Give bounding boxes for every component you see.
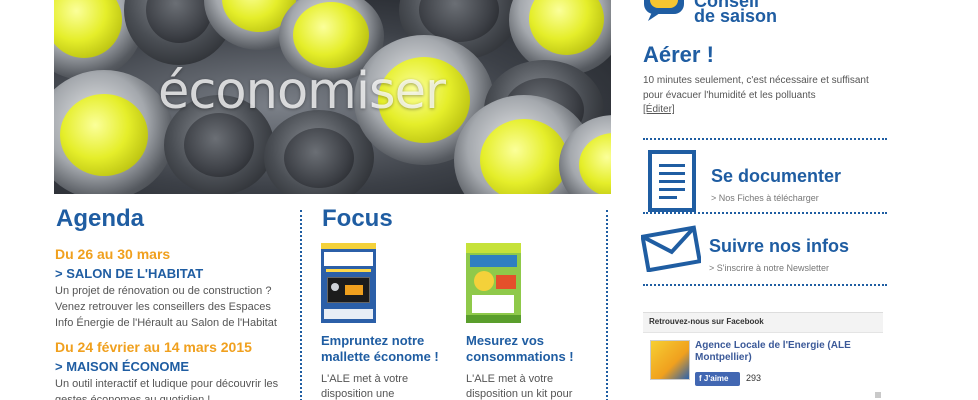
event-description: Un outil interactif et ludique pour déco… <box>55 378 279 400</box>
focus-card-title[interactable]: Empruntez notre mallette économe ! <box>321 333 453 365</box>
focus-card-title[interactable]: Mesurez vos consommations ! <box>466 333 598 365</box>
event-link[interactable]: > MAISON ÉCONOME <box>55 359 287 374</box>
event-date: Du 26 au 30 mars <box>55 246 171 262</box>
section-divider <box>643 138 887 140</box>
tip-title: Aérer ! <box>643 42 714 67</box>
column-divider <box>300 210 302 400</box>
agenda-list: Du 26 au 30 mars > SALON DE L'HABITAT Un… <box>55 246 287 400</box>
documentation-link[interactable]: Se documenter <box>711 166 841 187</box>
season-heading: de saison <box>694 6 778 26</box>
focus-card-text: L'ALE met à votre disposition une mallet… <box>321 373 409 400</box>
edit-link[interactable]: [Éditer] <box>643 104 675 115</box>
agenda-event: Du 26 au 30 mars > SALON DE L'HABITAT Un… <box>55 246 287 331</box>
hero-caption: économiser <box>158 62 446 121</box>
envelope-icon[interactable] <box>641 224 701 272</box>
like-button[interactable]: f J'aime <box>695 372 740 386</box>
facebook-page-name[interactable]: Agence Locale de l'Energie (ALE Montpell… <box>695 340 875 364</box>
scrollbar[interactable] <box>875 392 881 398</box>
mallette-poster-image[interactable] <box>321 243 376 323</box>
focus-title: Focus <box>322 205 393 232</box>
hero-banner[interactable]: économiser <box>54 0 611 194</box>
speech-bubble-icon <box>644 0 684 21</box>
event-link[interactable]: > SALON DE L'HABITAT <box>55 266 287 281</box>
event-date: Du 24 février au 14 mars 2015 <box>55 339 252 355</box>
agenda-title: Agenda <box>56 205 145 232</box>
section-divider <box>643 212 887 214</box>
column-divider <box>606 210 608 400</box>
tip-text: 10 minutes seulement, c'est nécessaire e… <box>643 75 869 101</box>
kit-poster-image[interactable] <box>466 243 521 323</box>
agenda-event: Du 24 février au 14 mars 2015 > MAISON É… <box>55 339 287 400</box>
newsletter-sublink[interactable]: > S'inscrire à notre Newsletter <box>709 263 829 273</box>
documentation-sublink[interactable]: > Nos Fiches à télécharger <box>711 193 819 203</box>
event-description: Un projet de rénovation ou de constructi… <box>55 285 277 329</box>
focus-card-text: L'ALE met à votre disposition un kit pou… <box>466 373 573 400</box>
like-label: J'aime <box>703 374 729 383</box>
newsletter-link[interactable]: Suivre nos infos <box>709 236 849 257</box>
like-count: 293 <box>746 373 762 383</box>
section-divider <box>643 284 887 286</box>
facebook-heading: Retrouvez-nous sur Facebook <box>649 317 764 326</box>
aerator-image <box>54 70 174 194</box>
document-icon[interactable] <box>648 150 698 212</box>
ale-logo[interactable] <box>650 340 690 380</box>
